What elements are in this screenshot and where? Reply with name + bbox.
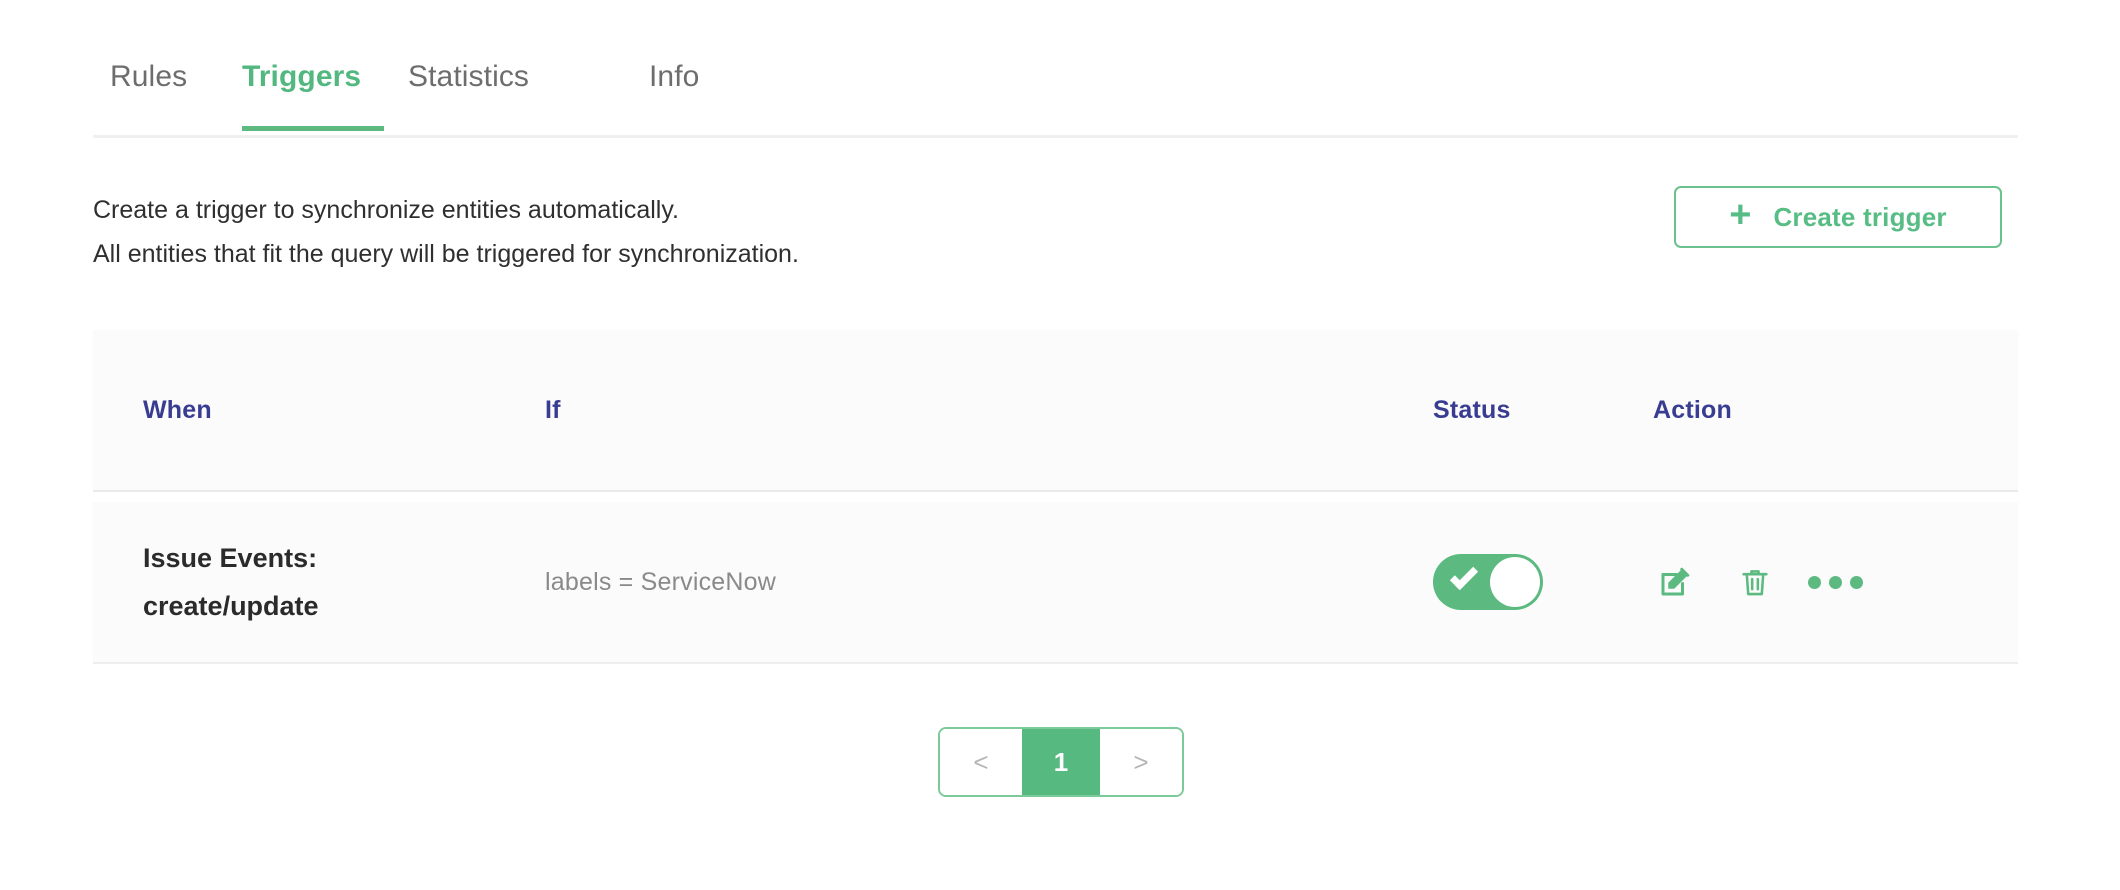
- create-trigger-label: Create trigger: [1773, 201, 1947, 232]
- check-icon: [1449, 561, 1479, 591]
- more-dot: [1849, 575, 1863, 589]
- column-header-status: Status: [1433, 330, 1653, 490]
- pagination: < 1 >: [938, 727, 1184, 797]
- tab-statistics[interactable]: Statistics: [408, 28, 578, 128]
- table-header-row: When If Status Action: [93, 330, 2018, 492]
- cell-when: Issue Events: create/update: [143, 502, 473, 662]
- pagination-page-1[interactable]: 1: [1022, 729, 1100, 795]
- trigger-name-line-2: create/update: [143, 591, 319, 621]
- trigger-name: Issue Events: create/update: [143, 534, 319, 630]
- active-tab-underline: [242, 126, 384, 131]
- toggle-knob: [1490, 557, 1540, 607]
- cell-if: labels = ServiceNow: [545, 502, 1105, 662]
- table-row: Issue Events: create/update labels = Ser…: [93, 502, 2018, 664]
- more-dots: [1807, 575, 1863, 589]
- column-header-action-label: Action: [1653, 395, 1732, 424]
- more-dot: [1828, 575, 1842, 589]
- pagination-prev[interactable]: <: [940, 729, 1022, 795]
- trigger-name-line-1: Issue Events:: [143, 543, 318, 573]
- edit-icon[interactable]: [1653, 560, 1697, 604]
- more-icon[interactable]: [1807, 560, 1863, 604]
- row-actions: [1653, 560, 1893, 604]
- tab-statistics-label: Statistics: [408, 60, 530, 93]
- trigger-query: labels = ServiceNow: [545, 567, 776, 596]
- cell-action: [1653, 502, 1993, 662]
- intro-line-2: All entities that fit the query will be …: [93, 240, 799, 268]
- tab-rules-label: Rules: [110, 60, 188, 93]
- tab-info-label: Info: [649, 60, 700, 93]
- column-header-when: When: [143, 330, 473, 490]
- delete-icon[interactable]: [1733, 560, 1777, 604]
- cell-status: [1433, 502, 1653, 662]
- column-header-if: If: [545, 330, 1105, 490]
- intro-description: Create a trigger to synchronize entities…: [93, 188, 799, 276]
- plus-icon: +: [1729, 194, 1752, 236]
- triggers-page: Rules Triggers Statistics Info Create a …: [0, 0, 2120, 890]
- status-toggle[interactable]: [1433, 554, 1543, 610]
- column-header-status-label: Status: [1433, 395, 1511, 424]
- create-trigger-button[interactable]: + Create trigger: [1674, 186, 2002, 248]
- intro-line-1: Create a trigger to synchronize entities…: [93, 196, 679, 224]
- triggers-table: When If Status Action Issue Events: crea…: [93, 330, 2018, 664]
- column-header-when-label: When: [143, 395, 212, 424]
- tab-triggers[interactable]: Triggers: [242, 28, 384, 131]
- tab-rules[interactable]: Rules: [110, 28, 242, 128]
- tab-triggers-label: Triggers: [242, 60, 362, 93]
- tab-bar: Rules Triggers Statistics Info: [93, 28, 2018, 138]
- tab-info[interactable]: Info: [649, 28, 719, 128]
- more-dot: [1807, 575, 1821, 589]
- pagination-next[interactable]: >: [1100, 729, 1182, 795]
- column-header-if-label: If: [545, 395, 561, 424]
- column-header-action: Action: [1653, 330, 1993, 490]
